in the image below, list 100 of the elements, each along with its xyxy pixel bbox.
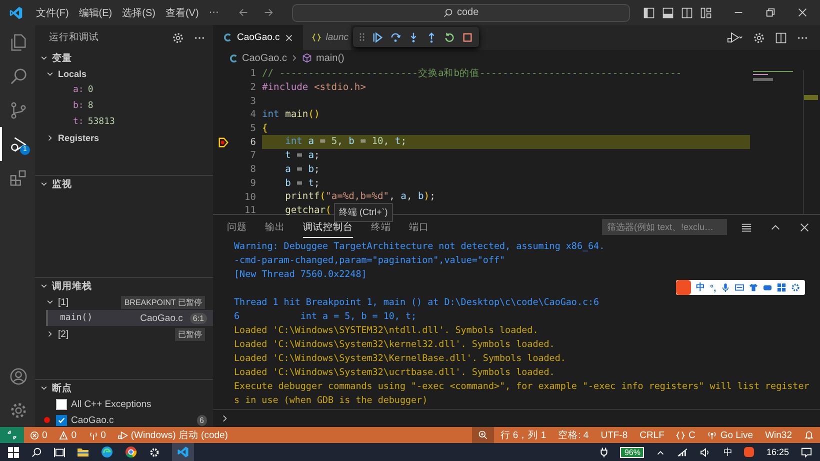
menu-item[interactable]: 选择(S): [117, 6, 160, 20]
keyboard-icon[interactable]: [735, 283, 744, 292]
gamepad-icon[interactable]: [763, 283, 772, 292]
editor-scrollbar[interactable]: [803, 70, 818, 214]
filter-field[interactable]: 筛选器(例如 text、!exclu…: [602, 219, 727, 235]
chevron-icon[interactable]: [40, 282, 48, 290]
folder-icon[interactable]: [77, 446, 89, 458]
more-actions-icon[interactable]: [194, 36, 205, 40]
microphone-icon[interactable]: [721, 283, 730, 292]
status-item[interactable]: UTF-8: [594, 427, 634, 443]
notification-icon[interactable]: [801, 446, 812, 458]
input-language[interactable]: 中: [723, 446, 732, 458]
close-icon[interactable]: [797, 7, 808, 18]
ime-mode[interactable]: 中: [696, 281, 705, 294]
continue-icon[interactable]: [372, 32, 383, 42]
panel-tab[interactable]: 输出: [265, 216, 285, 238]
code-line: getchar(: [284, 204, 332, 218]
tooltip: 终端 (Ctrl+`): [334, 203, 393, 222]
layout-grid-icon[interactable]: [700, 6, 712, 18]
panel-tab[interactable]: 问题: [227, 216, 247, 238]
code-line: t = a;: [284, 149, 320, 163]
step-over-icon[interactable]: [390, 32, 401, 42]
status-item[interactable]: (Windows) 启动 (code): [112, 427, 234, 443]
stop-icon[interactable]: [462, 32, 473, 42]
run-debug-icon[interactable]: [727, 31, 743, 44]
editor-tab[interactable]: launc: [302, 25, 350, 50]
speaker-icon[interactable]: [700, 448, 712, 456]
clock[interactable]: 16:25: [766, 447, 789, 457]
stack-frame[interactable]: main() CaoGao.c 6:1: [46, 310, 213, 326]
section-title[interactable]: 调用堆栈: [52, 280, 92, 292]
zoom-button[interactable]: [472, 427, 494, 443]
shirt-icon[interactable]: [749, 283, 758, 292]
command-search-field[interactable]: code: [292, 4, 630, 22]
thread-label[interactable]: [1]: [58, 296, 69, 308]
variable-scope[interactable]: Registers: [35, 130, 213, 146]
forward-arrow-icon[interactable]: [262, 7, 274, 18]
status-item[interactable]: 0: [82, 427, 112, 443]
more-actions-icon[interactable]: [797, 36, 808, 40]
step-into-icon[interactable]: [408, 32, 419, 42]
chrome-browser-icon[interactable]: [125, 446, 137, 458]
braces-icon: [312, 33, 321, 42]
panel-tab[interactable]: 端口: [409, 216, 429, 238]
chevron-icon[interactable]: [46, 330, 54, 338]
task-view-icon[interactable]: [54, 446, 65, 458]
status-item[interactable]: CRLF: [634, 427, 670, 443]
menu-item[interactable]: 查看(V): [160, 6, 204, 20]
chevron-right-icon[interactable]: [221, 414, 229, 423]
extensions-icon: [9, 168, 28, 188]
status-item[interactable]: Go Live: [701, 427, 760, 443]
checkbox[interactable]: [56, 414, 67, 426]
back-arrow-icon[interactable]: [238, 7, 249, 18]
close-icon[interactable]: [284, 34, 293, 42]
chevron-icon[interactable]: [46, 298, 54, 306]
status-item[interactable]: 空格: 4: [552, 427, 595, 443]
thread-label[interactable]: [2]: [58, 328, 69, 340]
windows-start-icon[interactable]: [8, 446, 19, 458]
battery-indicator[interactable]: 96%: [620, 446, 644, 458]
status-item[interactable]: Win32: [759, 427, 798, 443]
split-layout-icon[interactable]: [681, 6, 693, 18]
drag-handle-icon[interactable]: [359, 32, 365, 42]
variable-scope[interactable]: Locals: [35, 66, 213, 82]
close-icon[interactable]: [799, 222, 810, 232]
section-title[interactable]: 监视: [52, 178, 72, 190]
search-icon[interactable]: [31, 446, 42, 458]
gear-icon[interactable]: [149, 446, 160, 458]
editor-tab[interactable]: CaoGao.c: [213, 25, 303, 50]
antenna-icon: [88, 430, 98, 440]
checkbox[interactable]: [56, 398, 67, 410]
breadcrumb-item[interactable]: main(): [316, 52, 344, 64]
section-title[interactable]: 变量: [52, 52, 72, 64]
status-item[interactable]: C: [670, 427, 702, 443]
breakpoint-arrow-icon[interactable]: [218, 136, 228, 148]
menu-item[interactable]: ···: [204, 7, 224, 18]
status-item[interactable]: 行 6，列 1: [494, 427, 552, 443]
chevron-icon[interactable]: [40, 384, 48, 392]
console-output-line: -cmd-param-changed,param="pagination",value="off": [234, 254, 506, 268]
breadcrumb-item[interactable]: CaoGao.c: [242, 52, 288, 64]
punctuation-mode[interactable]: °,: [710, 282, 716, 292]
settings-icon[interactable]: [791, 283, 800, 292]
status-item[interactable]: 0: [53, 427, 83, 443]
grid-icon[interactable]: [777, 283, 786, 292]
network-icon[interactable]: [677, 448, 688, 456]
sidebar-layout-icon[interactable]: [643, 6, 655, 18]
panel-layout-icon[interactable]: [662, 6, 674, 18]
console-output-line: Warning: Debuggee TargetArchitecture not detected, assuming x86_64.: [234, 240, 606, 254]
edge-browser-icon[interactable]: [101, 446, 113, 458]
status-item[interactable]: 0: [24, 427, 54, 443]
restore-icon[interactable]: [765, 7, 776, 18]
vscode-taskbar-button[interactable]: [172, 443, 194, 461]
chevron-icon[interactable]: [40, 180, 48, 188]
chevron-icon[interactable]: [40, 54, 48, 62]
restart-icon[interactable]: [444, 32, 455, 42]
remote-button[interactable]: [0, 427, 24, 443]
menu-item[interactable]: 文件(F): [31, 6, 74, 20]
ime-logo-icon[interactable]: [744, 447, 754, 457]
menu-icon[interactable]: [741, 222, 752, 232]
split-editor-icon[interactable]: [775, 32, 787, 44]
menu-item[interactable]: 编辑(E): [74, 6, 118, 20]
section-title[interactable]: 断点: [52, 382, 72, 394]
step-out-icon[interactable]: [426, 32, 437, 42]
